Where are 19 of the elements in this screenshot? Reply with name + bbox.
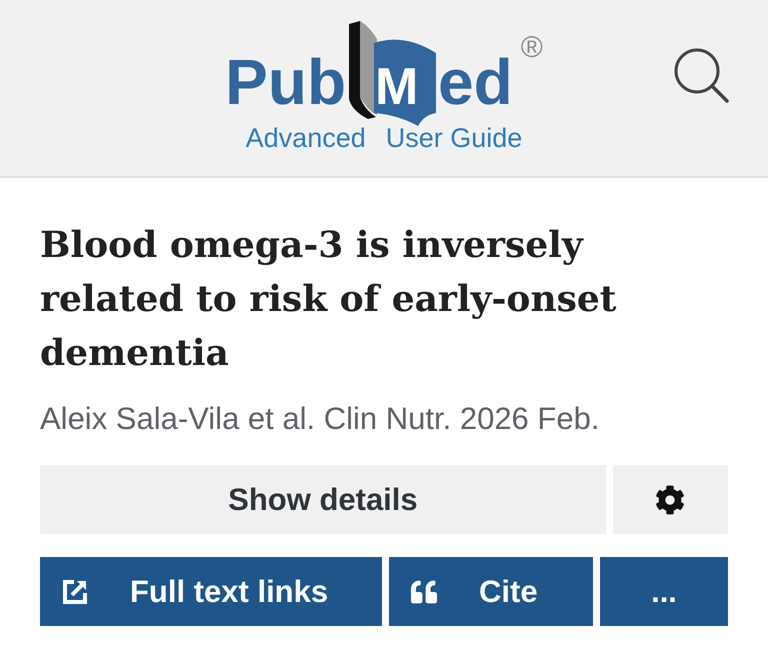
cite-button[interactable]: Cite <box>389 557 593 626</box>
more-button[interactable]: ... <box>600 557 728 626</box>
full-text-links-button[interactable]: Full text links <box>40 557 382 626</box>
logo-text: Pub <box>225 50 346 114</box>
search-icon <box>672 46 730 104</box>
header-link[interactable]: User Guide <box>386 122 522 154</box>
book-logo-icon <box>346 19 438 127</box>
search-button[interactable] <box>672 46 730 104</box>
article-title: Blood omega-3 is inversely related to risk of early-onset dementia <box>40 223 618 376</box>
header-link[interactable]: Advanced <box>246 122 366 154</box>
logo-letter: M <box>375 61 418 113</box>
external-link-icon <box>62 578 88 604</box>
article-citation: Aleix Sala-Vila et al. Clin Nutr. 2026 Feb. <box>40 400 600 438</box>
registered-mark: ® <box>520 33 543 63</box>
show-details-button[interactable]: Show details <box>40 465 606 534</box>
settings-button[interactable] <box>612 465 728 534</box>
settings-icon <box>655 484 686 514</box>
logo-text: ed <box>438 50 513 114</box>
quote-icon <box>411 578 437 604</box>
